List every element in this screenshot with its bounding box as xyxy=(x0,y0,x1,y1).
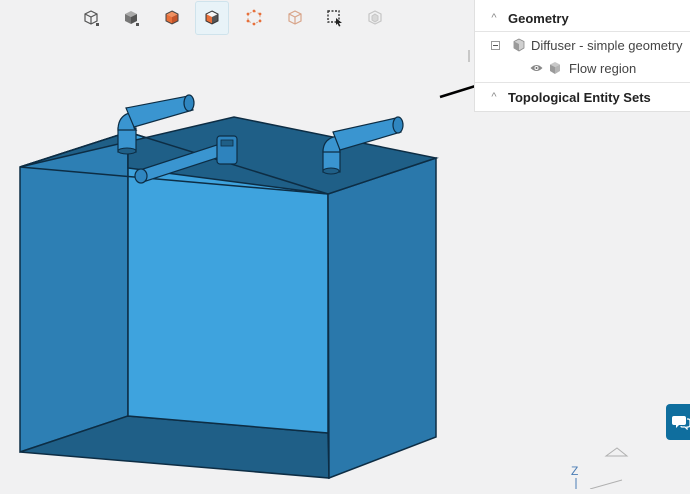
tree-section-topological[interactable]: ^ Topological Entity Sets xyxy=(475,87,690,107)
box-right-face[interactable] xyxy=(327,156,437,480)
tree-section-geometry[interactable]: ^ Geometry xyxy=(475,8,690,28)
box-left-face[interactable] xyxy=(19,130,129,454)
tree-divider xyxy=(475,31,690,32)
view-toolbar xyxy=(74,1,394,37)
chevron-up-icon[interactable]: ^ xyxy=(489,91,499,103)
chat-bubble-icon xyxy=(672,416,690,430)
box-select-button[interactable] xyxy=(318,1,352,35)
axis-z-label: Z xyxy=(571,464,579,478)
geometry-section-title: Geometry xyxy=(508,10,569,26)
chat-button[interactable] xyxy=(666,404,690,440)
volume-icon xyxy=(550,62,560,74)
select-edge-button[interactable] xyxy=(237,1,271,35)
model-tree-panel: ^ Geometry Diffuser - simple geometry Fl… xyxy=(474,0,690,112)
view-shaded-button[interactable] xyxy=(114,1,148,35)
view-shaded-box-icon xyxy=(125,11,139,26)
select-volume-button[interactable] xyxy=(155,1,189,35)
diffuser-label: Diffuser - simple geometry xyxy=(531,37,683,53)
hide-selection-button[interactable] xyxy=(358,1,392,35)
box-select-icon xyxy=(327,10,342,27)
select-edge-icon xyxy=(246,9,262,26)
panel-resize-handle[interactable] xyxy=(468,50,470,62)
axis-triad xyxy=(575,447,629,490)
chevron-up-icon[interactable]: ^ xyxy=(489,12,499,24)
select-face-button[interactable] xyxy=(195,1,229,35)
select-vertex-icon xyxy=(288,10,302,25)
flow-region-label: Flow region xyxy=(569,60,637,76)
visibility-eye-icon[interactable] xyxy=(530,63,543,73)
topological-section-title: Topological Entity Sets xyxy=(508,89,651,105)
tree-divider xyxy=(475,82,690,83)
select-face-icon xyxy=(205,10,219,25)
select-vertex-button[interactable] xyxy=(278,1,312,35)
view-wireframe-box-icon xyxy=(84,10,99,26)
tree-item-flow-region[interactable]: Flow region xyxy=(475,59,690,77)
geometry-part-icon xyxy=(513,38,525,52)
select-volume-icon xyxy=(165,10,179,25)
hide-selection-icon xyxy=(368,10,382,25)
view-wireframe-button[interactable] xyxy=(74,1,108,35)
collapse-toggle-icon[interactable] xyxy=(491,41,500,50)
tree-item-diffuser[interactable]: Diffuser - simple geometry xyxy=(475,36,690,54)
